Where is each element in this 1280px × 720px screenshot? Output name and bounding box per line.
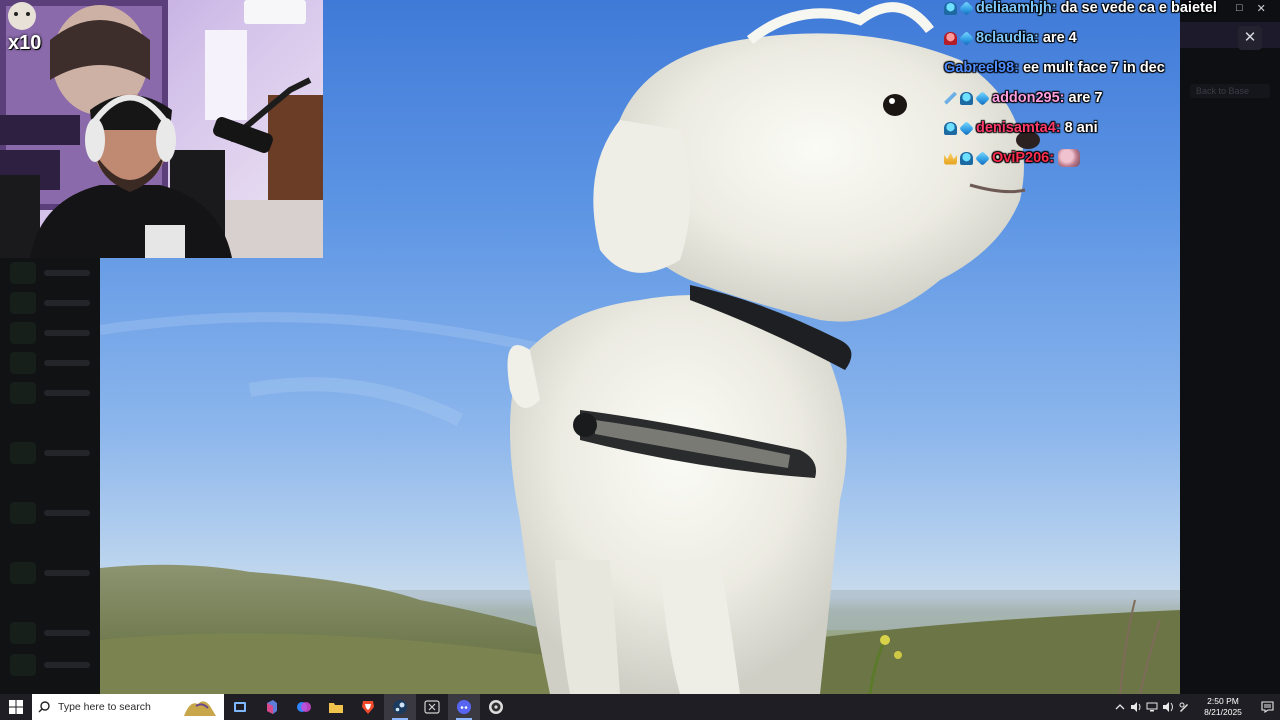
task-view-button[interactable] — [224, 694, 256, 720]
chat-text: are 4 — [1042, 30, 1077, 46]
windows-taskbar: Type here to search 2:50 PM 8/21/2025 — [0, 694, 1280, 720]
discord-icon — [457, 700, 471, 714]
chat-username: deliaamhjh: — [976, 0, 1057, 16]
chat-message: OviP206: — [944, 148, 1081, 168]
speaker-icon[interactable] — [1128, 694, 1144, 720]
file-explorer-window-icon — [234, 702, 246, 712]
tool-badge-icon — [944, 91, 957, 105]
clock-date: 8/21/2025 — [1204, 707, 1242, 717]
cube-badge-icon — [975, 150, 990, 166]
window-close-button[interactable]: ✕ — [1257, 2, 1266, 18]
ghost-badge-icon — [944, 121, 957, 135]
close-viewer-button[interactable]: ✕ — [1238, 26, 1262, 50]
search-placeholder: Type here to search — [58, 701, 151, 713]
ghost-badge-icon — [960, 91, 973, 105]
windows-logo-icon — [9, 700, 23, 714]
taskbar-clock[interactable]: 2:50 PM 8/21/2025 — [1192, 696, 1254, 718]
streamer-webcam: x10 — [0, 0, 323, 258]
network-icon[interactable] — [1144, 694, 1160, 720]
cube-badge-icon — [975, 90, 990, 106]
steam-icon — [393, 700, 407, 714]
chat-message: addon295: are 7 — [944, 88, 1102, 108]
start-button[interactable] — [0, 694, 32, 720]
background-app-list — [0, 258, 100, 694]
file-explorer-icon — [329, 702, 343, 713]
brave-browser-icon — [362, 701, 374, 714]
chat-message: deliaamhjh: da se vede ca e baietel — [944, 0, 1217, 18]
clock-time: 2:50 PM — [1207, 696, 1239, 706]
background-app-sidebar: Back to Base — [1180, 0, 1280, 694]
chat-message: 8claudia: are 4 — [944, 28, 1077, 48]
chat-username: denisamta4: — [976, 120, 1061, 136]
desktop-screen: Back to Base ✕ □ ✕ x10 deliaamhjh: da se… — [0, 0, 1280, 720]
taskbar-search-box[interactable]: Type here to search — [32, 694, 224, 720]
chat-username: Gabreel98: — [944, 60, 1019, 76]
chat-text: 8 ani — [1064, 120, 1098, 136]
ghost-badge-icon — [960, 151, 973, 165]
chat-message: Gabreel98: ee mult face 7 in dec — [944, 58, 1165, 78]
cube-badge-icon — [959, 0, 974, 16]
pen-workspace-icon[interactable] — [1176, 694, 1192, 720]
window-controls: □ ✕ — [1236, 2, 1266, 18]
webcam-scene — [0, 0, 323, 258]
red-badge-icon — [944, 31, 957, 45]
chat-text: da se vede ca e baietel — [1060, 0, 1217, 16]
xbox-button[interactable] — [416, 694, 448, 720]
cube-badge-icon — [959, 30, 974, 46]
crown-badge-icon — [944, 152, 957, 165]
chat-username: 8claudia: — [976, 30, 1039, 46]
xbox-icon — [424, 700, 440, 714]
microsoft-365-icon — [267, 700, 277, 714]
search-icon — [38, 701, 50, 713]
chat-username: addon295: — [992, 90, 1065, 106]
obs-button[interactable] — [480, 694, 512, 720]
volume-icon[interactable] — [1160, 694, 1176, 720]
steam-button[interactable] — [384, 694, 416, 720]
discord-button[interactable] — [448, 694, 480, 720]
chat-text: ee mult face 7 in dec — [1022, 60, 1165, 76]
chat-message: denisamta4: 8 ani — [944, 118, 1098, 138]
emote-pig-icon — [1058, 149, 1081, 167]
file-explorer-button[interactable] — [320, 694, 352, 720]
maximize-button[interactable]: □ — [1236, 2, 1243, 18]
show-hidden-icons-chevron-icon[interactable] — [1112, 694, 1128, 720]
microsoft-365-button[interactable] — [256, 694, 288, 720]
faint-sidebar-text: Back to Base — [1190, 84, 1270, 98]
notification-center-button[interactable] — [1254, 694, 1280, 720]
multiplier-label: x10 — [8, 32, 42, 54]
copilot-button[interactable] — [288, 694, 320, 720]
copilot-icon — [297, 702, 311, 712]
notification-icon — [1260, 701, 1274, 713]
cube-badge-icon — [959, 120, 974, 136]
system-tray: 2:50 PM 8/21/2025 — [1112, 694, 1280, 720]
brave-browser-button[interactable] — [352, 694, 384, 720]
search-highlight-bird-icon — [184, 701, 216, 716]
sidebar-header-bar — [1180, 22, 1280, 48]
ghost-badge-icon — [944, 1, 957, 15]
chat-text: are 7 — [1068, 90, 1103, 106]
obs-icon — [489, 700, 503, 714]
chat-username: OviP206: — [992, 150, 1055, 166]
